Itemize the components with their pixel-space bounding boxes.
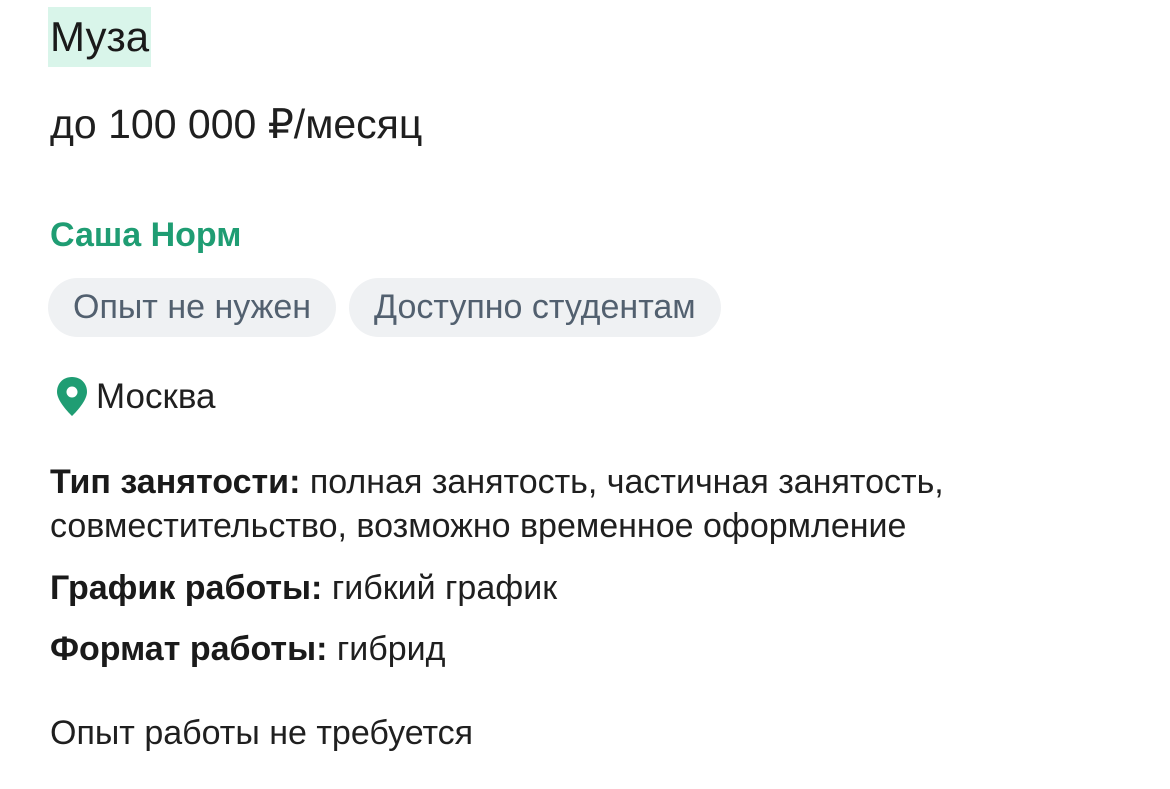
employment-type: Тип занятости: полная занятость, частичн… [50, 460, 1150, 548]
experience-requirement: Опыт работы не требуется [50, 714, 474, 752]
vacancy-title[interactable]: Муза [48, 7, 152, 67]
salary: до 100 000 ₽/месяц [50, 101, 423, 147]
location: Москва [54, 375, 216, 419]
tag-students: Доступно студентам [349, 278, 721, 337]
company-link[interactable]: Саша Норм [50, 213, 241, 257]
work-schedule-value: гибкий график [331, 569, 558, 607]
tag-no-experience: Опыт не нужен [48, 278, 337, 337]
location-city: Москва [96, 377, 216, 416]
tag-list: Опыт не нужен Доступно студентам [48, 278, 721, 337]
work-schedule: График работы: гибкий график [50, 566, 1150, 610]
employment-type-label: Тип занятости: [50, 463, 301, 501]
work-schedule-label: График работы: [50, 569, 323, 607]
work-format: Формат работы: гибрид [50, 627, 1150, 671]
location-pin-icon [57, 377, 87, 416]
work-format-label: Формат работы: [50, 630, 328, 668]
work-format-value: гибрид [336, 630, 446, 668]
